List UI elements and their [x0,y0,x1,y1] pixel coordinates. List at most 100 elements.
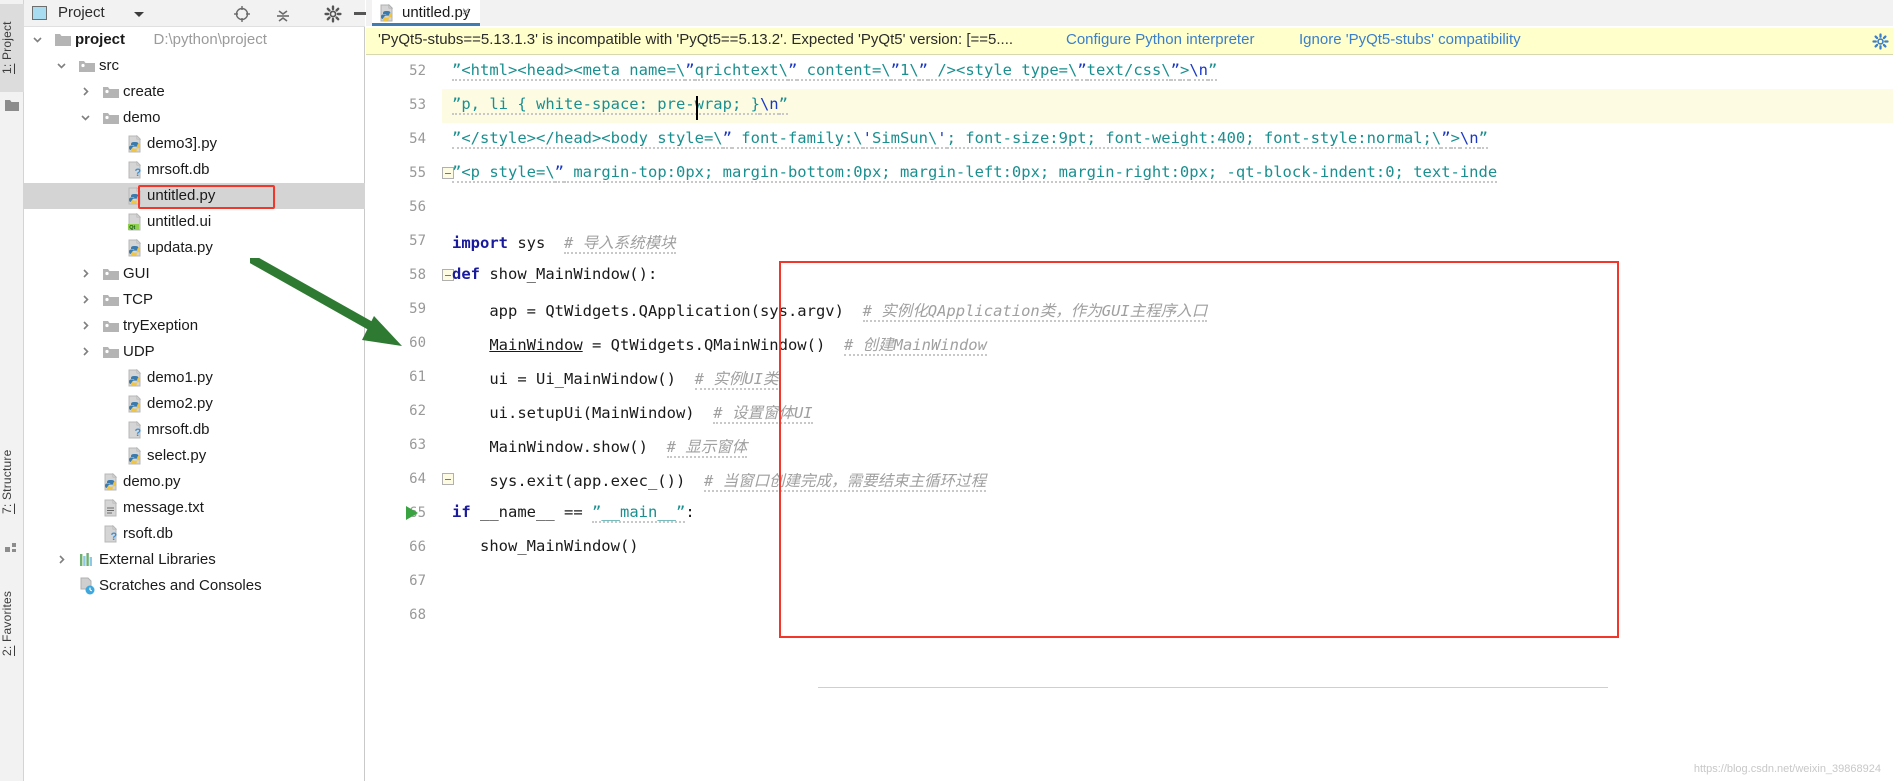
code-token: show_MainWindow() [452,537,639,555]
code-token: ” [685,61,695,81]
code-line[interactable]: app = QtWidgets.QApplication(sys.argv) #… [452,299,1208,322]
code-token: 1\ [899,61,919,81]
unknown-icon: ? [126,420,144,439]
line-number: 53 [409,97,426,113]
tree-item-message-txt[interactable]: message.txt [24,495,365,521]
tool-window-strip: 1: Project 7: Structure 2: Favorites [0,0,24,781]
tool-tab-favorites[interactable]: 2: Favorites [0,570,24,676]
code-token: ” [554,163,564,183]
chevron-down-icon[interactable] [80,112,91,123]
chevron-right-icon[interactable] [80,320,91,331]
project-panel-title[interactable]: Project [58,4,105,21]
structure-strip-icon[interactable] [5,540,19,552]
ignore-pyqt5-stubs-compatibility-link[interactable]: Ignore 'PyQt5-stubs' compatibility [1299,31,1521,48]
line-number: 60 [409,335,426,351]
tree-item-gui[interactable]: GUI [24,261,365,287]
tree-item-create[interactable]: create [24,79,365,105]
code-line[interactable]: MainWindow.show() # 显示窗体 [452,435,748,458]
code-line[interactable]: ”</style></head><body style=\” font-fami… [452,129,1488,149]
tree-item-label: create [123,83,165,100]
tree-item-src[interactable]: src [24,53,365,79]
tree-item-demo2-py[interactable]: demo2.py [24,391,365,417]
chevron-down-icon[interactable] [134,12,144,17]
module-icon [102,343,120,361]
run-gutter-icon[interactable] [406,506,418,520]
code-token: ” [1170,61,1180,81]
tree-item-tryexeption[interactable]: tryExeption [24,313,365,339]
tree-item-label: Scratches and Consoles [99,577,262,594]
project-tree[interactable]: project D:\python\project src create demo dem… [24,27,365,599]
unknown-icon: ? [126,160,144,179]
editor-gutter[interactable]: 52 53 54 55 56 57 58 59 60 61 62 63 64 65 66 67 68 [366,55,442,781]
tree-item-demo3-py[interactable]: demo3].py [24,131,365,157]
code-line[interactable]: show_MainWindow() [452,537,639,555]
chevron-right-icon[interactable] [56,554,67,565]
code-line[interactable]: MainWindow = QtWidgets.QMainWindow() # 创… [452,333,987,356]
code-line[interactable]: def show_MainWindow(): [452,265,657,283]
text-icon [102,498,120,517]
tree-item-project[interactable]: project D:\python\project [24,27,365,53]
code-token: SimSun\ [871,129,938,149]
folder-icon [54,31,72,49]
close-icon[interactable]: × [459,4,472,18]
tree-item-udp[interactable]: UDP [24,339,365,365]
tree-item-rsoft-db[interactable]: ? rsoft.db [24,521,365,547]
code-line[interactable]: ”<p style=\” margin-top:0px; margin-bott… [452,163,1498,183]
chevron-right-icon[interactable] [80,294,91,305]
code-token: \n [1189,61,1209,81]
tool-tab-structure-label: Structure [0,449,14,501]
chevron-right-icon[interactable] [80,86,91,97]
tool-tab-project[interactable]: 1: Project [0,4,24,92]
code-token: # 创建MainWindow [843,336,987,356]
configure-python-interpreter-link[interactable]: Configure Python interpreter [1066,31,1254,48]
tree-item-untitled-ui[interactable]: Qt untitled.ui [24,209,365,235]
code-line[interactable]: sys.exit(app.exec_()) # 当窗口创建完成，需要结束主循环过… [452,469,987,492]
tree-item-untitled-py[interactable]: untitled.py [24,183,365,209]
chevron-down-icon[interactable] [32,34,43,45]
tree-item-tcp[interactable]: TCP [24,287,365,313]
tree-item-demo[interactable]: demo [24,105,365,131]
code-editor[interactable]: 52 53 54 55 56 57 58 59 60 61 62 63 64 65 66 67 68 ”<htm… [366,55,1893,781]
code-line[interactable]: import sys # 导入系统模块 [452,231,676,254]
collapse-all-icon[interactable] [274,5,292,28]
code-token: ui.setupUi(MainWindow) [452,404,714,422]
unknown-icon: ? [102,524,120,543]
tree-item-mrsoft-db[interactable]: ? mrsoft.db [24,417,365,443]
locate-icon[interactable] [233,5,251,28]
tree-item-label: tryExeption [123,317,199,334]
code-line[interactable]: if __name__ == ”__main__”: [452,503,695,523]
line-number: 61 [409,369,426,385]
line-number: 62 [409,403,426,419]
python-icon [126,238,144,257]
tree-item-updata-py[interactable]: updata.py [24,235,365,261]
tree-item-mrsoft-db[interactable]: ? mrsoft.db [24,157,365,183]
code-line[interactable]: ui.setupUi(MainWindow) # 设置窗体UI [452,401,813,424]
editor-tab-untitled-py[interactable]: untitled.py × [372,0,481,26]
svg-text:?: ? [135,167,142,179]
gear-icon[interactable] [1872,33,1889,50]
tree-item-select-py[interactable]: select.py [24,443,365,469]
code-line[interactable]: ”<html><head><meta name=\”qrichtext\” co… [452,61,1218,81]
gear-icon[interactable] [324,5,342,28]
code-token: MainWindow [489,336,583,354]
tool-tab-favorites-num: 2: [0,645,14,656]
chevron-right-icon[interactable] [80,268,91,279]
tree-item-demo1-py[interactable]: demo1.py [24,365,365,391]
code-token: sys [508,234,564,252]
code-line[interactable]: ”p, li { white-space: pre-wrap; }\n” [452,95,788,115]
tree-item-scratches-and-consoles[interactable]: Scratches and Consoles [24,573,365,599]
tool-tab-structure[interactable]: 7: Structure [0,430,24,534]
folder-strip-icon[interactable] [5,98,19,111]
code-token: ”<html><head><meta name=\ [452,61,686,81]
svg-text:Qt: Qt [129,225,135,231]
code-token: ; font-size:9pt; font-weight:400; font-s… [946,129,1442,149]
inspection-notification-bar: 'PyQt5-stubs==5.13.1.3' is incompatible … [366,28,1893,55]
tree-item-demo-py[interactable]: demo.py [24,469,365,495]
code-line[interactable]: ui = Ui_MainWindow() # 实例UI类 [452,367,779,390]
chevron-down-icon[interactable] [56,60,67,71]
libraries-icon [78,551,96,569]
chevron-right-icon[interactable] [80,346,91,357]
tree-item-external-libraries[interactable]: External Libraries [24,547,365,573]
svg-text:?: ? [135,427,142,439]
